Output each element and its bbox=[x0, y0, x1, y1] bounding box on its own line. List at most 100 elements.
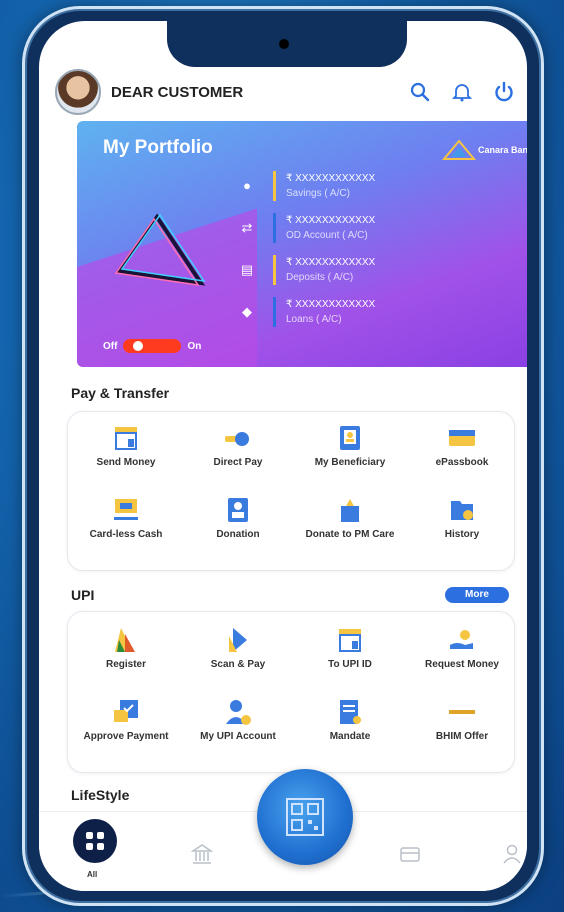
phone-frame: DEAR CUSTOMER My Portfolio Canara Bank bbox=[22, 6, 544, 906]
tile-label: Request Money bbox=[425, 659, 499, 670]
bank-name: Canara Bank bbox=[477, 145, 527, 155]
deposit-icon: ▤ bbox=[240, 262, 254, 277]
tile-direct-pay[interactable]: Direct Pay bbox=[182, 424, 294, 496]
card-icon[interactable] bbox=[399, 843, 421, 865]
tile-label: Approve Payment bbox=[83, 731, 169, 742]
pay-transfer-card: Send Money Direct Pay My Beneficiary ePa… bbox=[67, 411, 515, 571]
account-amount: ₹ XXXXXXXXXXXX bbox=[286, 299, 376, 310]
upi-account-icon bbox=[223, 698, 253, 726]
balance-toggle[interactable]: Off On bbox=[103, 339, 201, 353]
account-label: Deposits ( A/C) bbox=[286, 272, 354, 283]
donation-icon bbox=[223, 496, 253, 524]
toggle-switch[interactable] bbox=[123, 339, 182, 353]
beneficiary-icon bbox=[335, 424, 365, 452]
account-bar bbox=[273, 255, 276, 285]
register-icon bbox=[111, 626, 141, 654]
tile-epassbook[interactable]: ePassbook bbox=[406, 424, 518, 496]
tile-label: Register bbox=[105, 659, 146, 670]
tile-label: Mandate bbox=[329, 731, 371, 742]
tile-label: Direct Pay bbox=[213, 457, 263, 468]
tile-label: Donate to PM Care bbox=[305, 529, 395, 540]
tile-request-money[interactable]: Request Money bbox=[406, 626, 518, 698]
upi-more-button[interactable]: More bbox=[445, 587, 509, 603]
approve-payment-icon bbox=[111, 698, 141, 726]
tile-label: Card-less Cash bbox=[89, 529, 163, 540]
tile-cardless-cash[interactable]: Card-less Cash bbox=[70, 496, 182, 568]
money-bag-icon: ● bbox=[243, 178, 251, 193]
tile-mandate[interactable]: Mandate bbox=[294, 698, 406, 770]
tile-label: My UPI Account bbox=[200, 731, 276, 742]
account-deposits[interactable]: ▤ ₹ XXXXXXXXXXXX Deposits ( A/C) bbox=[237, 255, 375, 285]
tile-label: History bbox=[444, 529, 480, 540]
history-icon bbox=[447, 496, 477, 524]
account-bar bbox=[273, 297, 276, 327]
toggle-knob bbox=[133, 341, 144, 351]
send-money-icon bbox=[111, 424, 141, 452]
scan-pay-icon bbox=[223, 626, 253, 654]
tile-scan-pay[interactable]: Scan & Pay bbox=[182, 626, 294, 698]
camera-dot bbox=[279, 39, 289, 49]
direct-pay-icon bbox=[223, 424, 253, 452]
loan-icon: ◆ bbox=[242, 304, 252, 319]
upi-grid: Register Scan & Pay To UPI ID Request Mo… bbox=[70, 626, 518, 770]
cardless-cash-icon bbox=[111, 496, 141, 524]
phone-notch bbox=[167, 21, 407, 67]
bell-icon[interactable] bbox=[449, 79, 475, 105]
tile-label: Send Money bbox=[96, 457, 156, 468]
transfer-icon: ⇄ bbox=[241, 220, 253, 235]
tile-label: BHIM Offer bbox=[435, 731, 489, 742]
tile-history[interactable]: History bbox=[406, 496, 518, 568]
account-amount: ₹ XXXXXXXXXXXX bbox=[286, 173, 376, 184]
qr-code-icon bbox=[286, 798, 324, 836]
account-savings[interactable]: ● ₹ XXXXXXXXXXXX Savings ( A/C) bbox=[237, 171, 375, 201]
tile-donation[interactable]: Donation bbox=[182, 496, 294, 568]
app-screen: DEAR CUSTOMER My Portfolio Canara Bank bbox=[39, 21, 527, 891]
account-bar bbox=[273, 171, 276, 201]
toggle-off-label: Off bbox=[103, 340, 118, 352]
nav-all-label: All bbox=[87, 870, 98, 879]
upi-card: Register Scan & Pay To UPI ID Request Mo… bbox=[67, 611, 515, 773]
qr-scan-button[interactable] bbox=[257, 769, 353, 865]
power-icon[interactable] bbox=[491, 79, 517, 105]
bhim-offer-icon bbox=[447, 698, 477, 726]
tile-to-upi-id[interactable]: To UPI ID bbox=[294, 626, 406, 698]
account-amount: ₹ XXXXXXXXXXXX bbox=[286, 257, 376, 268]
search-icon[interactable] bbox=[407, 79, 433, 105]
tile-label: Scan & Pay bbox=[210, 659, 266, 670]
account-label: OD Account ( A/C) bbox=[286, 230, 368, 241]
profile-icon[interactable] bbox=[501, 843, 523, 865]
upi-title: UPI bbox=[71, 587, 95, 603]
pay-transfer-title: Pay & Transfer bbox=[71, 385, 170, 401]
grid-icon bbox=[86, 832, 104, 850]
portfolio-title: My Portfolio bbox=[103, 137, 213, 158]
tile-label: To UPI ID bbox=[328, 659, 372, 670]
passbook-icon bbox=[447, 424, 477, 452]
tile-label: ePassbook bbox=[435, 457, 489, 468]
tile-label: Donation bbox=[216, 529, 260, 540]
app-header: DEAR CUSTOMER bbox=[55, 69, 517, 115]
account-loans[interactable]: ◆ ₹ XXXXXXXXXXXX Loans ( A/C) bbox=[237, 297, 375, 327]
account-label: Savings ( A/C) bbox=[286, 188, 350, 199]
greeting-text: DEAR CUSTOMER bbox=[111, 83, 244, 101]
tile-register[interactable]: Register bbox=[70, 626, 182, 698]
tile-approve-payment[interactable]: Approve Payment bbox=[70, 698, 182, 770]
account-bar bbox=[273, 213, 276, 243]
bank-building-icon[interactable] bbox=[190, 843, 214, 865]
tile-label: My Beneficiary bbox=[314, 457, 386, 468]
nav-all-button[interactable] bbox=[73, 819, 117, 863]
account-amount: ₹ XXXXXXXXXXXX bbox=[286, 215, 376, 226]
portfolio-card[interactable]: My Portfolio Canara Bank ● ₹ XXXXXXXXXXX… bbox=[77, 121, 527, 367]
tile-donate-pm-care[interactable]: Donate to PM Care bbox=[294, 496, 406, 568]
triangle-logo-icon bbox=[114, 213, 206, 286]
lifestyle-title: LifeStyle bbox=[71, 787, 130, 803]
tile-bhim-offer[interactable]: BHIM Offer bbox=[406, 698, 518, 770]
account-od[interactable]: ⇄ ₹ XXXXXXXXXXXX OD Account ( A/C) bbox=[237, 213, 375, 243]
upi-id-icon bbox=[335, 626, 365, 654]
bank-logo: Canara Bank bbox=[441, 139, 527, 161]
bottom-nav: All bbox=[39, 769, 527, 891]
tile-my-beneficiary[interactable]: My Beneficiary bbox=[294, 424, 406, 496]
avatar[interactable] bbox=[55, 69, 101, 115]
tile-my-upi-account[interactable]: My UPI Account bbox=[182, 698, 294, 770]
pay-transfer-grid: Send Money Direct Pay My Beneficiary ePa… bbox=[70, 424, 518, 568]
tile-send-money[interactable]: Send Money bbox=[70, 424, 182, 496]
